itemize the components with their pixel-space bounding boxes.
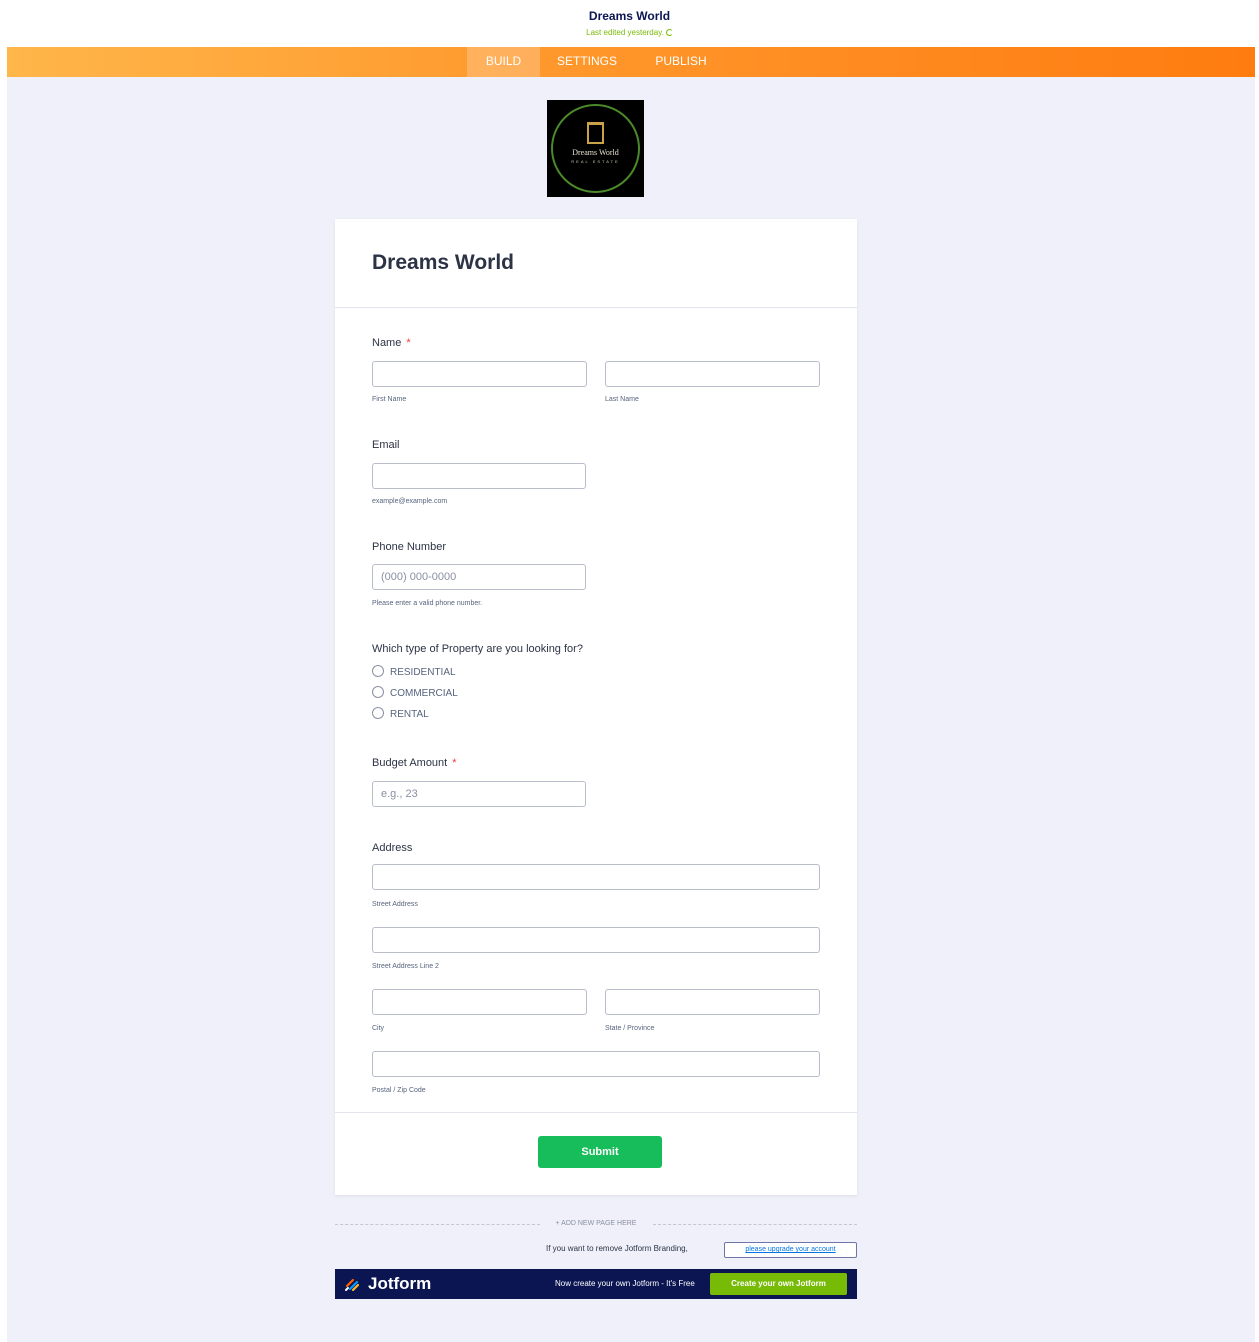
last-name-input[interactable] <box>605 361 820 387</box>
phone-sublabel: Please enter a valid phone number. <box>372 600 483 607</box>
branding-notice: If you want to remove Jotform Branding, <box>546 1244 688 1253</box>
street-address-input[interactable] <box>372 864 820 890</box>
email-input[interactable] <box>372 463 586 489</box>
budget-label: Budget Amount * <box>372 757 457 769</box>
last-name-sublabel: Last Name <box>605 396 639 403</box>
tab-publish[interactable]: PUBLISH <box>647 47 715 77</box>
street-address-line2-sublabel: Street Address Line 2 <box>372 963 439 970</box>
dashed-line <box>335 1224 540 1225</box>
required-mark: * <box>452 757 457 769</box>
top-header: Dreams World Last edited yesterday. <box>0 0 1259 47</box>
add-new-page-label[interactable]: + ADD NEW PAGE HERE <box>545 1220 647 1227</box>
jotform-logo-icon <box>345 1278 359 1291</box>
radio-button[interactable] <box>372 707 384 719</box>
radio-option-commercial[interactable]: COMMERCIAL <box>372 686 458 700</box>
add-new-page-divider[interactable]: + ADD NEW PAGE HERE <box>335 1220 857 1230</box>
street-address-sublabel: Street Address <box>372 901 418 908</box>
name-label-text: Name <box>372 337 402 349</box>
required-mark: * <box>406 337 411 349</box>
budget-label-text: Budget Amount <box>372 757 448 769</box>
logo-text: Dreams World <box>572 148 619 157</box>
first-name-input[interactable] <box>372 361 587 387</box>
last-edited-status: Last edited yesterday. <box>0 28 1259 37</box>
radio-option-residential[interactable]: RESIDENTIAL <box>372 665 456 679</box>
logo-subtext: REAL ESTATE <box>571 159 620 164</box>
building-icon <box>587 122 604 144</box>
form-header: Dreams World <box>335 219 857 308</box>
form-name-title: Dreams World <box>588 9 671 23</box>
state-sublabel: State / Province <box>605 1025 655 1032</box>
postal-code-sublabel: Postal / Zip Code <box>372 1087 426 1094</box>
radio-button[interactable] <box>372 665 384 677</box>
address-label: Address <box>372 842 413 854</box>
upgrade-account-link[interactable]: please upgrade your account <box>724 1242 857 1258</box>
phone-input[interactable]: (000) 000-0000 <box>372 564 586 590</box>
radio-label: RENTAL <box>390 709 429 720</box>
phone-label: Phone Number <box>372 541 446 553</box>
builder-navbar: BUILD SETTINGS PUBLISH <box>7 47 1255 77</box>
submit-button[interactable]: Submit <box>538 1136 662 1168</box>
last-edited-text: Last edited yesterday. <box>586 28 664 37</box>
radio-label: COMMERCIAL <box>390 688 458 699</box>
name-label: Name * <box>372 337 411 349</box>
jotform-logo-text: Jotform <box>368 1274 432 1293</box>
street-address-line2-input[interactable] <box>372 927 820 953</box>
budget-input[interactable]: e.g., 23 <box>372 781 586 807</box>
first-name-sublabel: First Name <box>372 396 407 403</box>
tab-build[interactable]: BUILD <box>467 47 540 77</box>
tab-settings[interactable]: SETTINGS <box>548 47 626 77</box>
radio-option-rental[interactable]: RENTAL <box>372 707 429 721</box>
dashed-line <box>653 1224 857 1225</box>
jotform-banner[interactable]: Jotform Now create your own Jotform - It… <box>335 1269 857 1299</box>
form-logo[interactable]: Dreams World REAL ESTATE <box>547 100 644 197</box>
email-sublabel: example@example.com <box>372 498 448 505</box>
form-card: Dreams World Name * First Name Last Name … <box>335 219 857 1195</box>
radio-label: RESIDENTIAL <box>390 667 456 678</box>
property-type-label: Which type of Property are you looking f… <box>372 643 583 655</box>
state-input[interactable] <box>605 989 820 1015</box>
form-title[interactable]: Dreams World <box>372 251 514 275</box>
postal-code-input[interactable] <box>372 1051 820 1077</box>
city-sublabel: City <box>372 1025 385 1032</box>
create-jotform-button[interactable]: Create your own Jotform <box>710 1273 847 1295</box>
radio-button[interactable] <box>372 686 384 698</box>
footer-divider <box>335 1112 857 1113</box>
refresh-icon[interactable] <box>665 29 673 36</box>
jotform-tagline: Now create your own Jotform - It's Free <box>555 1279 695 1288</box>
city-input[interactable] <box>372 989 587 1015</box>
email-label: Email <box>372 439 400 451</box>
